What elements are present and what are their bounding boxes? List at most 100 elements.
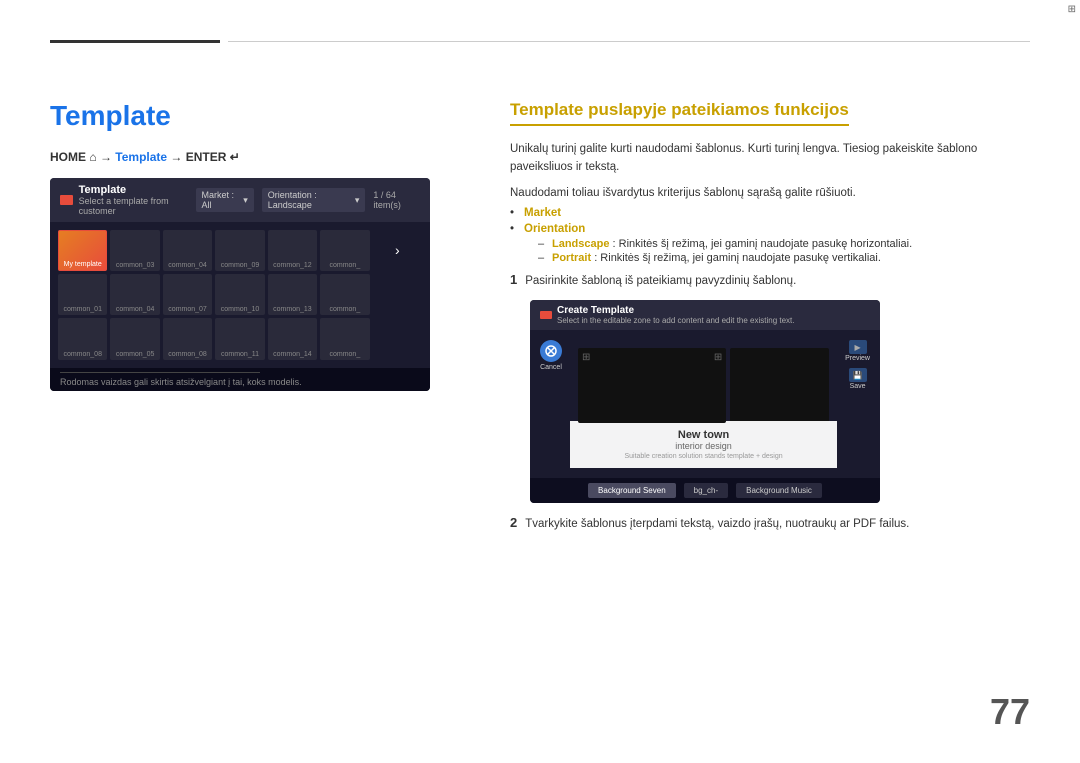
bullet-item-orientation: Orientation Landscape : Rinkitės šį reži… xyxy=(510,223,1030,264)
cancel-label: Cancel xyxy=(540,364,562,371)
save-label: Save xyxy=(850,383,866,390)
footer-tab-bg-seven[interactable]: Background Seven xyxy=(588,483,676,498)
grid-item-label: common_14 xyxy=(273,351,312,358)
next-arrow-icon: › xyxy=(395,242,400,258)
cancel-svg xyxy=(545,345,557,357)
grid-item-14[interactable]: common_08 xyxy=(163,318,212,359)
grid-item-17[interactable]: common_ xyxy=(320,318,369,359)
footer-tab-bg-ch-label: bg_ch- xyxy=(694,486,718,495)
grid-item-label: common_01 xyxy=(63,306,102,313)
grid-item-5[interactable]: common_ xyxy=(320,230,369,271)
market-label: Market xyxy=(524,207,561,219)
template-controls: Market : All ▾ Orientation : Landscape ▾… xyxy=(196,188,420,212)
footer-separator xyxy=(60,372,260,373)
overlay-desc: Suitable creation solution stands templa… xyxy=(590,453,817,460)
grid-item-11[interactable]: common_ xyxy=(320,274,369,315)
zone-icon: ⊞ xyxy=(714,352,722,363)
description-1: Unikalų turinį galite kurti naudodami ša… xyxy=(510,140,1030,177)
grid-item-16[interactable]: common_14 xyxy=(268,318,317,359)
grid-item-3[interactable]: common_09 xyxy=(215,230,264,271)
zone-main[interactable]: ⊞ ⊞ xyxy=(578,348,726,423)
grid-item-13[interactable]: common_05 xyxy=(110,318,159,359)
step-2-text: Tvarkykite šablonus įterpdami tekstą, va… xyxy=(525,515,909,533)
preview-zones: ⊞ ⊞ ⊞ xyxy=(570,340,837,431)
orientation-label: Orientation xyxy=(524,223,585,235)
sub-item-portrait: Portrait : Rinkitės šį režimą, jei gamin… xyxy=(538,252,1030,264)
grid-item-label: common_12 xyxy=(273,262,312,269)
zone-side[interactable]: ⊞ xyxy=(730,348,829,423)
footer-tab-bg-seven-label: Background Seven xyxy=(598,486,666,495)
template-grid-area: My template common_03 common_04 common_0… xyxy=(50,222,430,368)
grid-item-my-template[interactable]: My template xyxy=(58,230,107,271)
step-1-text: Pasirinkite šabloną iš pateikiamų pavyzd… xyxy=(525,272,796,290)
orientation-dropdown[interactable]: Orientation : Landscape ▾ xyxy=(262,188,366,212)
template-count: 1 / 64 item(s) xyxy=(373,190,420,210)
bullet-item-market: Market xyxy=(510,207,1030,219)
grid-item-8[interactable]: common_07 xyxy=(163,274,212,315)
create-template-header: Create Template Select in the editable z… xyxy=(530,300,880,330)
market-dropdown[interactable]: Market : All ▾ xyxy=(196,188,254,212)
orientation-chevron-icon: ▾ xyxy=(355,195,360,206)
preview-button-ctrl[interactable]: ▶ Preview xyxy=(845,340,870,362)
cancel-icon xyxy=(540,340,562,362)
template-title-area: Template Select a template from customer xyxy=(60,184,196,216)
grid-item-10[interactable]: common_13 xyxy=(268,274,317,315)
step-2: 2 Tvarkykite šablonus įterpdami tekstą, … xyxy=(510,515,1030,533)
portrait-label: Portrait xyxy=(552,252,591,264)
grid-item-7[interactable]: common_04 xyxy=(110,274,159,315)
template-breadcrumb-link: Template xyxy=(115,150,167,164)
create-template-footer: Background Seven bg_ch- Background Music xyxy=(530,478,880,503)
portrait-text: : Rinkitės šį režimą, jei gaminį naudoja… xyxy=(594,252,881,264)
footer-tab-bg-ch[interactable]: bg_ch- xyxy=(684,483,728,498)
enter-label: ENTER xyxy=(186,150,230,164)
orientation-dropdown-label: Orientation : Landscape xyxy=(268,190,352,210)
create-template-icon xyxy=(540,311,552,319)
footer-tab-bg-music[interactable]: Background Music xyxy=(736,483,822,498)
grid-item-12[interactable]: common_08 xyxy=(58,318,107,359)
page-number: 77 xyxy=(990,691,1030,733)
cancel-button-ctrl[interactable]: Cancel xyxy=(540,340,562,371)
grid-item-label: common_11 xyxy=(221,351,259,358)
grid-item-2[interactable]: common_04 xyxy=(163,230,212,271)
grid-item-label: common_08 xyxy=(63,351,102,358)
section-title: Template puslapyje pateikiamos funkcijos xyxy=(510,100,849,126)
footer-tab-bg-music-label: Background Music xyxy=(746,486,812,495)
grid-item-label: common_ xyxy=(329,351,360,358)
grid-item-label: common_08 xyxy=(168,351,207,358)
home-label: HOME xyxy=(50,150,89,164)
grid-item-arrow[interactable]: › xyxy=(373,230,422,271)
sort-description: Naudodami toliau išvardytus kriterijus š… xyxy=(510,187,1030,199)
market-dropdown-label: Market : All xyxy=(202,190,241,210)
arrow-1: → xyxy=(100,150,115,164)
orientation-sub-list: Landscape : Rinkitės šį režimą, jei gami… xyxy=(524,238,1030,264)
left-controls: Cancel xyxy=(540,340,562,371)
breadcrumb: HOME ⌂ → Template → ENTER ↵ xyxy=(50,150,470,164)
step-1-number: 1 xyxy=(510,272,517,287)
create-template-ui: Create Template Select in the editable z… xyxy=(530,300,880,503)
grid-item-15[interactable]: common_11 xyxy=(215,318,264,359)
grid-item-label: common_09 xyxy=(221,262,260,269)
top-line-dark xyxy=(50,40,220,43)
arrow-2: → xyxy=(170,150,185,164)
template-ui-subtitle: Select a template from customer xyxy=(79,196,196,216)
grid-item-label: common_ xyxy=(329,262,360,269)
right-controls: ▶ Preview 💾 Save xyxy=(845,340,870,390)
enter-icon: ↵ xyxy=(230,150,240,164)
home-icon: ⌂ xyxy=(89,150,96,164)
grid-item-4[interactable]: common_12 xyxy=(268,230,317,271)
grid-item-6[interactable]: common_01 xyxy=(58,274,107,315)
preview-zones-container: ⊞ ⊞ ⊞ New town interior design Suitable … xyxy=(570,340,837,468)
grid-item-9[interactable]: common_10 xyxy=(215,274,264,315)
landscape-label: Landscape xyxy=(552,238,609,250)
overlay-title: New town xyxy=(590,429,817,441)
bullet-list: Market Orientation Landscape : Rinkitės … xyxy=(510,207,1030,264)
left-column: Template HOME ⌂ → Template → ENTER ↵ Tem… xyxy=(50,100,470,544)
overlay-subtitle: interior design xyxy=(590,441,817,451)
template-ui-footer: Rodomas vaizdas gali skirtis atsižvelgia… xyxy=(50,368,430,391)
grid-item-1[interactable]: common_03 xyxy=(110,230,159,271)
template-ui-header: Template Select a template from customer… xyxy=(50,178,430,222)
grid-item-label: common_07 xyxy=(168,306,207,313)
template-ui-mockup: Template Select a template from customer… xyxy=(50,178,430,391)
save-button-ctrl[interactable]: 💾 Save xyxy=(849,368,867,390)
page-container: Template HOME ⌂ → Template → ENTER ↵ Tem… xyxy=(0,0,1080,763)
